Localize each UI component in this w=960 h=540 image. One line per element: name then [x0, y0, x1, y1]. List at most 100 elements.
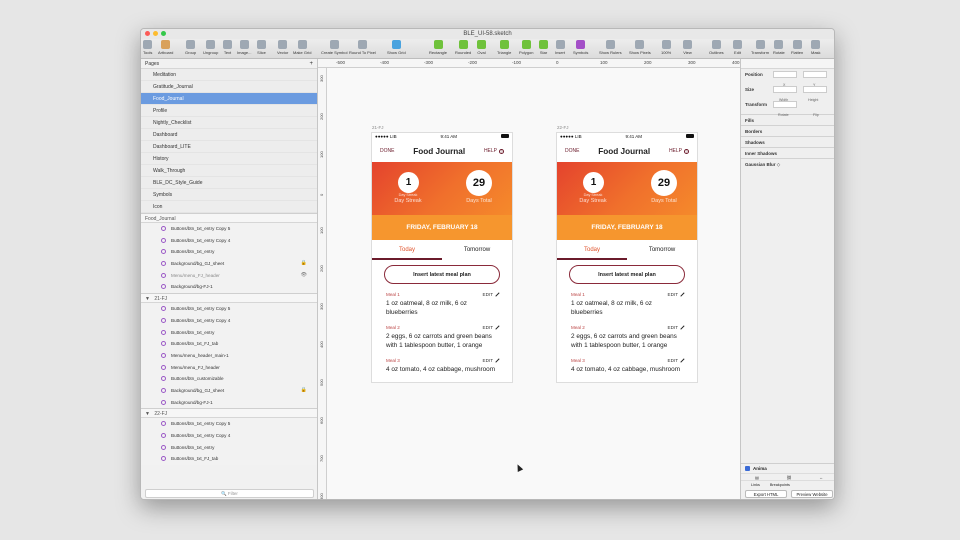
layer-row[interactable]: Menu/menu_header_main-1	[141, 349, 317, 362]
toolbar-item-text[interactable]: Text	[223, 40, 232, 58]
page-item[interactable]: BLE_DC_Style_Guide	[141, 177, 317, 189]
page-item[interactable]: Nightly_Checklist	[141, 117, 317, 129]
layer-row[interactable]: Buttons/btn_txt_entry Copy 5	[141, 418, 317, 430]
tab-tomorrow[interactable]: Tomorrow	[442, 240, 512, 260]
edit-button[interactable]: EDIT	[483, 325, 500, 330]
inspector-section[interactable]: Inner Shadows	[741, 147, 834, 158]
page-item[interactable]: Walk_Through	[141, 165, 317, 177]
breakpoints-option[interactable]: Breakpoints	[770, 483, 790, 487]
page-item[interactable]: Dashboard_LITE	[141, 141, 317, 153]
toolbar-item-triangle[interactable]: Triangle	[497, 40, 511, 58]
page-item[interactable]: Symbols	[141, 189, 317, 201]
disclosure-triangle-icon[interactable]: ▼	[145, 296, 150, 302]
minimize-button[interactable]	[153, 31, 158, 36]
help-button[interactable]: HELP?	[669, 148, 689, 154]
insert-meal-plan-button[interactable]: Insert latest meal plan	[384, 265, 500, 284]
page-item[interactable]: Icon	[141, 201, 317, 213]
done-button[interactable]: DONE	[380, 148, 394, 154]
page-item[interactable]: Dashboard	[141, 129, 317, 141]
toolbar-item-show-rulers[interactable]: Show Rulers	[599, 40, 622, 58]
interaction-tab-icon[interactable]: ↔	[805, 474, 834, 480]
toolbar-item-edit[interactable]: Edit	[733, 40, 742, 58]
x-field[interactable]	[773, 71, 797, 78]
disclosure-triangle-icon[interactable]: ▼	[145, 411, 150, 417]
toolbar-item-rectangle[interactable]: Rectangle	[429, 40, 447, 58]
layer-row[interactable]: Background/bg-FJ-1	[141, 396, 317, 409]
tab-today[interactable]: Today	[557, 240, 627, 260]
edit-button[interactable]: EDIT	[483, 292, 500, 297]
filter-input[interactable]: 🔍 Filter	[145, 489, 314, 498]
toolbar-item-artboard[interactable]: Artboard	[158, 40, 173, 58]
inspector-section[interactable]: Gaussian Blur ◇	[741, 158, 834, 169]
preview-website-button[interactable]: Preview Website	[791, 490, 833, 498]
zoom-button[interactable]	[161, 31, 166, 36]
layer-row[interactable]: Background/bg_GJ_sheet 🔒	[141, 384, 317, 397]
toolbar-item-100-[interactable]: 100%	[661, 40, 671, 58]
toolbar-item-ungroup[interactable]: Ungroup	[203, 40, 218, 58]
toolbar-item-symbols[interactable]: Symbols	[573, 40, 588, 58]
layer-row[interactable]: Buttons/btn_txt_entry Copy 4	[141, 430, 317, 442]
canvas[interactable]: 21-FJ 22-FJ ●●●●● LIB 9:41 AM DONE Food …	[327, 68, 740, 499]
toolbar-item-slice[interactable]: Slice	[257, 40, 266, 58]
layer-row[interactable]: Buttons/btn_txt_entry Copy 5	[141, 223, 317, 235]
layer-row[interactable]: Buttons/btn_txt_entry	[141, 246, 317, 259]
artboard-group-22[interactable]: ▼ 22-FJ	[141, 408, 317, 419]
done-button[interactable]: DONE	[565, 148, 579, 154]
tab-tomorrow[interactable]: Tomorrow	[627, 240, 697, 260]
add-page-icon[interactable]: +	[309, 59, 313, 69]
tab-today[interactable]: Today	[372, 240, 442, 260]
insert-meal-plan-button[interactable]: Insert latest meal plan	[569, 265, 685, 284]
page-item[interactable]: Meditation	[141, 69, 317, 81]
toolbar-item-mask[interactable]: Mask	[811, 40, 821, 58]
layer-row[interactable]: Buttons/btn_customizable	[141, 373, 317, 385]
visibility-icon[interactable]: 👁	[301, 270, 307, 282]
artboard-label[interactable]: 22-FJ	[557, 125, 569, 130]
artboard-21-fj[interactable]: ●●●●● LIB 9:41 AM DONE Food Journal HELP…	[372, 133, 512, 382]
toolbar-item-create-symbol[interactable]: Create Symbol	[321, 40, 347, 58]
edit-button[interactable]: EDIT	[483, 358, 500, 363]
vertical-ruler[interactable]: 300 200 100 0 100 200 300 400 500 600 700 800	[318, 68, 327, 499]
layer-row[interactable]: Buttons/btn_txt_entry	[141, 326, 317, 339]
layer-row[interactable]: Buttons/btn_txt_FJ_tab	[141, 453, 317, 466]
export-html-button[interactable]: Export HTML	[745, 490, 787, 498]
toolbar-item-show-pixels[interactable]: Show Pixels	[629, 40, 651, 58]
toolbar-item-flatten[interactable]: Flatten	[791, 40, 803, 58]
close-button[interactable]	[145, 31, 150, 36]
toolbar-item-round-to-pixel[interactable]: Round To Pixel	[349, 40, 376, 58]
layout-tab-icon[interactable]: ▤	[741, 474, 773, 480]
height-field[interactable]	[803, 86, 827, 93]
page-item[interactable]: Food_Journal	[141, 93, 317, 105]
inspector-section[interactable]: Shadows	[741, 136, 834, 147]
edit-button[interactable]: EDIT	[668, 325, 685, 330]
layer-row[interactable]: Buttons/btn_txt_entry Copy 5	[141, 303, 317, 315]
layer-row[interactable]: Menu/menu_FJ_header 👁	[141, 269, 317, 282]
toolbar-item-rounded[interactable]: Rounded	[455, 40, 471, 58]
toolbar-item-transform[interactable]: Transform	[751, 40, 769, 58]
toolbar-item-vector[interactable]: Vector	[277, 40, 288, 58]
toolbar-item-make-grid[interactable]: Make Grid	[293, 40, 311, 58]
horizontal-ruler[interactable]: -500 -400 -300 -200 -100 0 100 200 300 400	[318, 59, 740, 68]
inspector-section[interactable]: Borders	[741, 125, 834, 136]
toolbar-item-star[interactable]: Star	[539, 40, 548, 58]
y-field[interactable]	[803, 71, 827, 78]
toolbar-item-polygon[interactable]: Polygon	[519, 40, 533, 58]
toolbar-item-view[interactable]: View	[683, 40, 692, 58]
rotate-field[interactable]	[773, 101, 797, 108]
layer-row[interactable]: Buttons/btn_txt_entry Copy 4	[141, 234, 317, 247]
artboard-label[interactable]: 21-FJ	[372, 125, 384, 130]
artboard-group-21[interactable]: ▼ 21-FJ	[141, 293, 317, 304]
toolbar-item-tools[interactable]: Tools	[143, 40, 152, 58]
page-item[interactable]: Profile	[141, 105, 317, 117]
toolbar-item-insert[interactable]: Insert	[555, 40, 565, 58]
layer-row[interactable]: Buttons/btn_txt_entry Copy 4	[141, 314, 317, 327]
lock-icon[interactable]: 🔒	[301, 258, 307, 270]
layer-row[interactable]: Buttons/btn_txt_FJ_tab	[141, 338, 317, 350]
toolbar-item-group[interactable]: Group	[185, 40, 196, 58]
page-item[interactable]: Gratitude_Journal	[141, 81, 317, 93]
toolbar-item-rotate[interactable]: Rotate	[773, 40, 785, 58]
layer-row[interactable]: Background/bg_GJ_sheet 🔒	[141, 258, 317, 270]
page-item[interactable]: History	[141, 153, 317, 165]
alignment-toolbar[interactable]	[741, 59, 834, 69]
layer-row[interactable]: Menu/menu_FJ_header	[141, 361, 317, 374]
link-tab-icon[interactable]: ⛓	[773, 474, 805, 480]
